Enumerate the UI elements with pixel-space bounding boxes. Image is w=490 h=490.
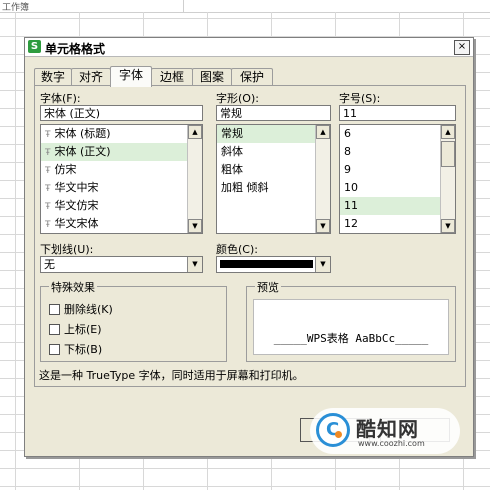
superscript-checkbox[interactable]: 上标(E) [49, 321, 102, 336]
truetype-icon: Ŧ [45, 184, 51, 194]
truetype-icon: Ŧ [45, 166, 51, 176]
wps-spreadsheet-icon: S [28, 40, 41, 53]
effects-group: 特殊效果 删除线(K) 上标(E) 下标(B) [40, 279, 227, 362]
chevron-down-icon[interactable]: ▼ [187, 257, 202, 272]
list-item[interactable]: 常规 [217, 125, 330, 143]
format-cells-dialog: S 单元格格式 × 数字 对齐 字体 边框 图案 保护 字体(F): 宋体 (正… [24, 37, 474, 457]
list-item[interactable]: 10 [340, 179, 455, 197]
watermark-title: 酷知网 [356, 417, 419, 441]
style-label: 字形(O): [216, 92, 259, 105]
underline-value: 无 [44, 258, 55, 271]
strikethrough-checkbox[interactable]: 删除线(K) [49, 301, 113, 316]
list-item[interactable]: 6 [340, 125, 455, 143]
truetype-icon: Ŧ [45, 148, 51, 158]
truetype-icon: Ŧ [45, 130, 51, 140]
list-item[interactable]: Ŧ 华文仿宋 [41, 197, 202, 215]
tab-alignment[interactable]: 对齐 [71, 68, 111, 86]
effects-title: 特殊效果 [49, 279, 97, 295]
truetype-icon: Ŧ [45, 220, 51, 230]
underline-label: 下划线(U): [40, 243, 94, 256]
formula-bar-divider [183, 0, 184, 12]
checkbox-box[interactable] [49, 303, 60, 315]
font-list[interactable]: Ŧ 宋体 (标题) Ŧ 宋体 (正文) Ŧ 仿宋 Ŧ 华文中宋 Ŧ 华文仿宋 Ŧ 华文宋体 … [40, 124, 203, 234]
size-label: 字号(S): [339, 92, 381, 105]
list-item[interactable]: Ŧ 华文宋体 [41, 215, 202, 233]
scroll-up-icon[interactable]: ▲ [441, 125, 455, 139]
scroll-down-icon[interactable]: ▼ [441, 219, 455, 233]
font-description: 这是一种 TrueType 字体，同时适用于屏幕和打印机。 [39, 369, 304, 382]
scroll-thumb[interactable] [441, 141, 455, 167]
font-tab-panel: 字体(F): 宋体 (正文) Ŧ 宋体 (标题) Ŧ 宋体 (正文) Ŧ 仿宋 Ŧ 华文… [34, 85, 466, 387]
color-swatch [220, 260, 313, 268]
underline-select[interactable]: 无 ▼ [40, 256, 203, 273]
scroll-up-icon[interactable]: ▲ [188, 125, 202, 139]
preview-title: 预览 [255, 279, 281, 295]
list-item[interactable]: 斜体 [217, 143, 330, 161]
scroll-down-icon[interactable]: ▼ [188, 219, 202, 233]
list-item[interactable]: 8 [340, 143, 455, 161]
watermark-url: www.coozhi.com [358, 439, 425, 448]
size-list-scrollbar[interactable]: ▲ ▼ [440, 125, 455, 233]
tab-font[interactable]: 字体 [110, 66, 152, 87]
style-input[interactable]: 常规 [216, 105, 331, 121]
preview-text: _____WPS表格 AaBbCc_____ [273, 332, 429, 345]
color-select[interactable]: ▼ [216, 256, 331, 273]
tab-pattern[interactable]: 图案 [192, 68, 232, 86]
close-button[interactable]: × [454, 40, 470, 55]
list-item[interactable]: Ŧ 华文中宋 [41, 179, 202, 197]
dialog-title: 单元格格式 [45, 42, 106, 56]
watermark: C 酷知网 www.coozhi.com [310, 408, 460, 454]
list-item[interactable]: Ŧ 仿宋 [41, 161, 202, 179]
list-item[interactable]: 加粗 倾斜 [217, 179, 330, 197]
preview-box: _____WPS表格 AaBbCc_____ [253, 299, 449, 355]
list-item[interactable]: 11 [340, 197, 455, 215]
tab-number[interactable]: 数字 [34, 68, 72, 86]
size-list[interactable]: 6 8 9 10 11 12 ▲ ▼ [339, 124, 456, 234]
font-list-scrollbar[interactable]: ▲ ▼ [187, 125, 202, 233]
tab-protection[interactable]: 保护 [231, 68, 273, 86]
chevron-down-icon[interactable]: ▼ [315, 257, 330, 272]
style-list[interactable]: 常规 斜体 粗体 加粗 倾斜 ▲ ▼ [216, 124, 331, 234]
list-item[interactable]: 9 [340, 161, 455, 179]
subscript-checkbox[interactable]: 下标(B) [49, 341, 102, 356]
list-item[interactable]: 粗体 [217, 161, 330, 179]
scroll-up-icon[interactable]: ▲ [316, 125, 330, 139]
dialog-titlebar[interactable]: S 单元格格式 × [25, 38, 473, 57]
preview-group: 预览 _____WPS表格 AaBbCc_____ [246, 279, 456, 362]
style-list-scrollbar[interactable]: ▲ ▼ [315, 125, 330, 233]
list-item[interactable]: Ŧ 宋体 (正文) [41, 143, 202, 161]
checkbox-box[interactable] [49, 343, 60, 355]
font-input[interactable]: 宋体 (正文) [40, 105, 203, 121]
coozhi-logo-icon: C [316, 413, 350, 447]
color-label: 颜色(C): [216, 243, 258, 256]
truetype-icon: Ŧ [45, 202, 51, 212]
checkbox-box[interactable] [49, 323, 60, 335]
tab-border[interactable]: 边框 [151, 68, 193, 86]
font-label: 字体(F): [40, 92, 81, 105]
list-item[interactable]: Ŧ 宋体 (标题) [41, 125, 202, 143]
size-input[interactable]: 11 [339, 105, 456, 121]
list-item[interactable]: 12 [340, 215, 455, 233]
scroll-down-icon[interactable]: ▼ [316, 219, 330, 233]
